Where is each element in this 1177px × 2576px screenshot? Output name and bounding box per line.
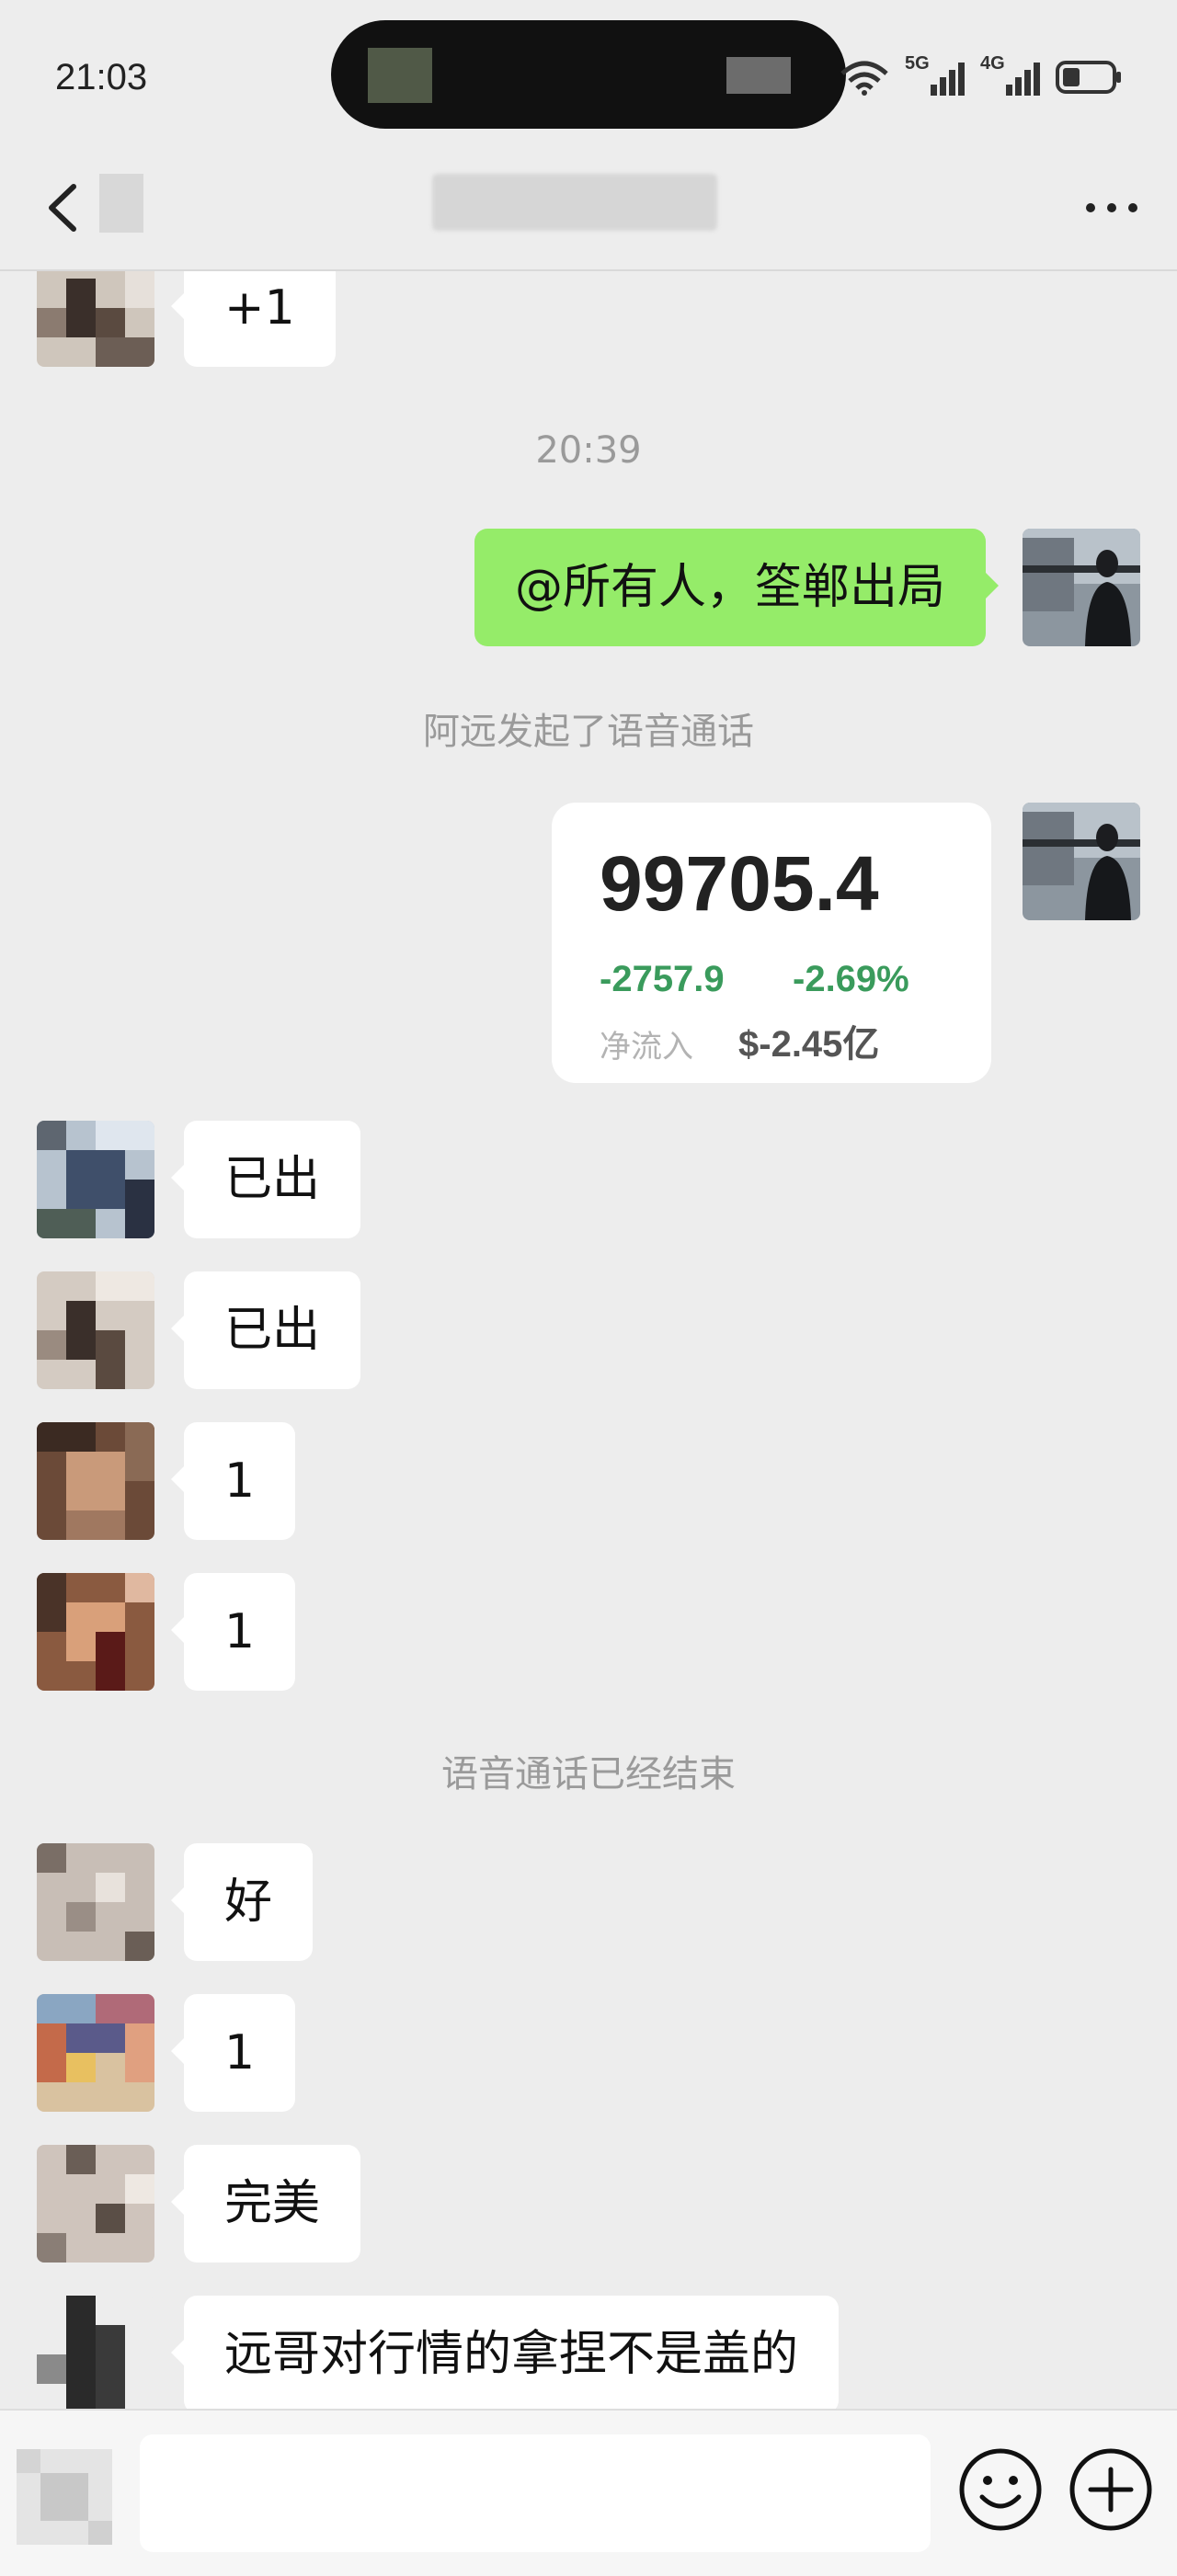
voice-toggle-blurred[interactable] — [17, 2449, 112, 2545]
message-text: 远哥对行情的拿捏不是盖的 — [224, 2327, 799, 2382]
message-input[interactable] — [140, 2434, 931, 2552]
message-bubble[interactable]: 已出 — [170, 1121, 361, 1238]
status-bar: 21:03 5G 4G — [0, 0, 1177, 152]
stock-change: -2757.9 — [600, 959, 725, 999]
emoji-smile-icon[interactable] — [956, 2445, 1045, 2534]
signal-5g-icon: 5G — [905, 53, 966, 97]
avatar[interactable] — [37, 1573, 154, 1691]
chat-message-list[interactable]: +1 20:39 @所有人，筌郸出局 阿远发起了语音通话 99705.4 -27… — [0, 271, 1177, 2409]
blurred-region — [368, 48, 432, 103]
stock-change-percent: -2.69% — [793, 959, 909, 999]
chat-title-blurred — [432, 174, 717, 231]
avatar[interactable] — [37, 1271, 154, 1389]
message-bubble[interactable]: +1 — [171, 271, 336, 367]
my-avatar[interactable] — [1023, 529, 1140, 646]
message-bubble[interactable]: 远哥对行情的拿捏不是盖的 — [170, 2296, 840, 2409]
message-bubble[interactable]: 完美 — [170, 2145, 361, 2263]
plus-circle-icon[interactable] — [1067, 2445, 1155, 2534]
avatar[interactable] — [37, 2145, 154, 2263]
stock-price: 99705.4 — [600, 840, 879, 927]
status-time: 21:03 — [55, 57, 148, 97]
more-horizontal-icon[interactable] — [1080, 185, 1144, 231]
stock-quote-card[interactable]: 99705.4 -2757.9 -2.69% 净流入 $-2.45亿 — [552, 803, 991, 1083]
message-text: 已出 — [224, 1303, 321, 1358]
system-icons: 5G 4G — [839, 53, 1122, 97]
avatar[interactable] — [37, 1422, 154, 1540]
chevron-left-icon[interactable] — [33, 176, 97, 240]
input-bar — [0, 2409, 1177, 2576]
message-bubble[interactable]: 1 — [170, 1573, 296, 1691]
camera-notch — [331, 20, 846, 129]
signal-4g-icon: 4G — [980, 53, 1041, 97]
message-text: 好 — [224, 1875, 273, 1930]
avatar[interactable] — [37, 1994, 154, 2112]
message-text: @所有人，筌郸出局 — [515, 560, 946, 615]
message-text: 1 — [224, 1453, 256, 1509]
message-bubble[interactable]: 1 — [170, 1994, 296, 2112]
timestamp: 20:39 — [535, 429, 642, 472]
avatar[interactable] — [37, 2296, 154, 2409]
battery-icon — [1056, 61, 1121, 94]
avatar[interactable] — [37, 1121, 154, 1238]
message-bubble[interactable]: 1 — [170, 1422, 296, 1540]
system-message: 语音通话已经结束 — [441, 1753, 736, 1795]
message-text: 1 — [224, 1604, 256, 1659]
message-bubble-outgoing[interactable]: @所有人，筌郸出局 — [474, 529, 1000, 646]
message-text: 完美 — [224, 2176, 321, 2231]
my-avatar[interactable] — [1023, 803, 1140, 920]
chat-header — [0, 152, 1177, 271]
system-message: 阿远发起了语音通话 — [423, 711, 754, 753]
message-text: 1 — [224, 2025, 256, 2080]
net-inflow-label: 净流入 — [600, 1029, 693, 1066]
blurred-avatar — [99, 174, 143, 233]
avatar[interactable] — [37, 271, 154, 367]
message-text: +1 — [224, 280, 295, 336]
message-text: 已出 — [224, 1152, 321, 1207]
avatar[interactable] — [37, 1843, 154, 1961]
net-inflow-value: $-2.45亿 — [738, 1024, 880, 1065]
wifi-icon — [840, 61, 888, 96]
blurred-region — [726, 57, 791, 94]
message-bubble[interactable]: 已出 — [170, 1271, 361, 1389]
message-bubble[interactable]: 好 — [170, 1843, 314, 1961]
